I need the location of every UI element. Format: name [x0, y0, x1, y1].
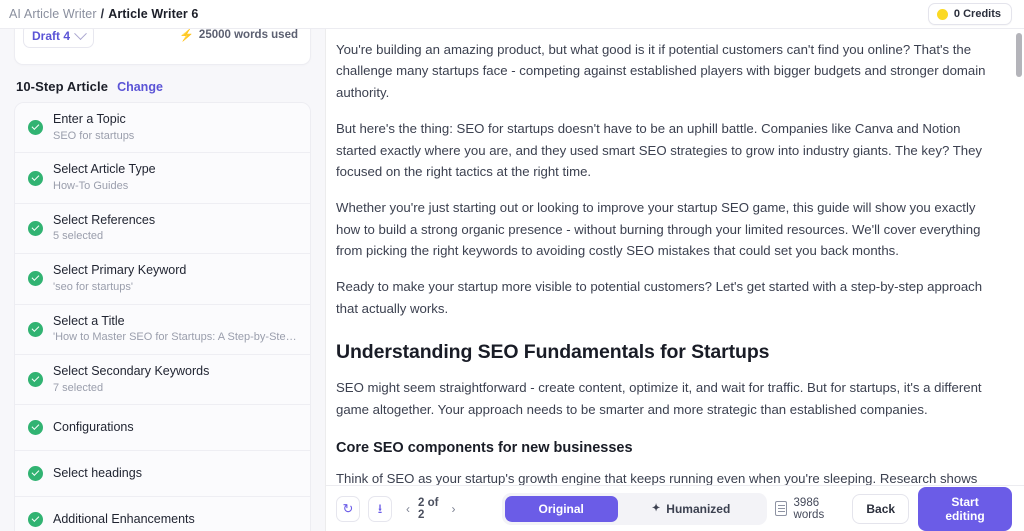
sidebar-item-select-secondary-keywords[interactable]: Select Secondary Keywords 7 selected [15, 354, 310, 406]
download-icon[interactable]: ⭳ [368, 495, 392, 522]
tab-humanized-label: Humanized [666, 501, 731, 516]
check-icon [28, 220, 43, 236]
step-text: Select a Title 'How to Master SEO for St… [53, 314, 298, 345]
app-root: AI Article Writer / Article Writer 6 0 C… [0, 0, 1024, 531]
article-paragraph-with-link: Think of SEO as your startup's growth en… [336, 468, 1000, 485]
pagination: ‹ 2 of 2 › [406, 497, 456, 521]
tab-original-label: Original [538, 501, 584, 516]
sidebar-item-select-references[interactable]: Select References 5 selected [15, 203, 310, 255]
step-text: Select Secondary Keywords 7 selected [53, 364, 209, 395]
page-title: 10-Step Article [16, 79, 109, 94]
tab-humanized[interactable]: ✦ Humanized [618, 496, 764, 522]
step-text: Select Primary Keyword 'seo for startups… [53, 263, 186, 294]
body-split: Draft 4 ⚡ 25000 words used 10-Step Artic… [0, 29, 1024, 531]
word-count: 3986 words [775, 497, 843, 521]
sidebar-item-select-a-title[interactable]: Select a Title 'How to Master SEO for St… [15, 304, 310, 355]
toolbar-right: 3986 words Back Start editing [775, 486, 1012, 531]
step-sublabel: 'How to Master SEO for Startups: A Step-… [53, 331, 298, 344]
breadcrumb-current: Article Writer 6 [108, 7, 199, 21]
breadcrumb: AI Article Writer / Article Writer 6 [9, 7, 198, 21]
step-label: Enter a Topic [53, 112, 126, 126]
bottom-toolbar: ↻ ⭳ ‹ 2 of 2 › Original ✦ Humanized 3986… [326, 485, 1024, 531]
check-icon [28, 271, 43, 287]
step-sublabel: 7 selected [53, 381, 104, 394]
check-icon [28, 120, 43, 136]
draft-select[interactable]: Draft 4 [23, 29, 95, 48]
step-sublabel: 5 selected [53, 230, 104, 243]
check-icon [28, 512, 43, 528]
article-heading-3: Core SEO components for new businesses [336, 439, 633, 456]
check-icon [28, 321, 43, 337]
sidebar-item-enter-a-topic[interactable]: Enter a Topic SEO for startups [15, 103, 310, 154]
top-bar: AI Article Writer / Article Writer 6 0 C… [0, 0, 1024, 29]
paragraph-text-before-link: Think of SEO as your startup's growth en… [336, 470, 978, 485]
coin-icon [936, 8, 948, 20]
article-paragraph: Whether you're just starting out or look… [336, 200, 981, 258]
bolt-icon: ⚡ [178, 29, 194, 42]
step-label: Select Secondary Keywords [53, 363, 210, 378]
step-label: Select References [53, 212, 156, 227]
article-paragraph: You're building an amazing product, but … [336, 42, 986, 100]
step-label: Configurations [53, 419, 134, 434]
vertical-scrollbar-thumb[interactable] [1016, 33, 1022, 77]
credits-label: 0 Credits [953, 8, 1001, 20]
refresh-icon[interactable]: ↻ [336, 495, 360, 522]
step-sublabel: How-To Guides [53, 180, 129, 192]
breadcrumb-root[interactable]: AI Article Writer [9, 7, 97, 21]
credits-badge[interactable]: 0 Credits [927, 3, 1012, 25]
sidebar-item-select-primary-keyword[interactable]: Select Primary Keyword 'seo for startups… [15, 254, 310, 305]
article-paragraph: But here's the thing: SEO for startups d… [336, 121, 983, 179]
article-content[interactable]: You're building an amazing product, but … [326, 29, 1024, 485]
step-text: Configurations [53, 420, 134, 436]
sparkle-icon: ✦ [651, 503, 661, 514]
step-sublabel: 'seo for startups' [53, 280, 134, 293]
article-paragraph: SEO might seem straightforward - create … [336, 380, 982, 417]
main-panel: You're building an amazing product, but … [325, 29, 1024, 531]
article-paragraph: Ready to make your startup more visible … [336, 279, 983, 316]
steps-list: Enter a Topic SEO for startups Select Ar… [14, 102, 311, 531]
step-label: Select Article Type [53, 162, 156, 177]
document-icon [775, 501, 787, 516]
step-text: Additional Enhancements [53, 512, 195, 528]
step-label: Select Primary Keyword [53, 263, 187, 278]
draft-label: Draft 4 [32, 29, 71, 43]
step-label: Additional Enhancements [53, 511, 195, 526]
step-label: Select a Title [53, 313, 125, 328]
start-editing-button[interactable]: Start editing [918, 486, 1012, 531]
section-header: 10-Step Article Change [14, 65, 311, 102]
check-icon [28, 420, 43, 436]
sidebar-item-select-article-type[interactable]: Select Article Type How-To Guides [15, 153, 310, 204]
step-label: Select headings [53, 465, 142, 480]
chevron-right-icon[interactable]: › [452, 502, 456, 516]
change-link[interactable]: Change [117, 80, 163, 94]
step-text: Select References 5 selected [53, 213, 155, 244]
step-text: Select Article Type How-To Guides [53, 162, 156, 193]
page-indicator: 2 of 2 [418, 496, 439, 521]
tab-original[interactable]: Original [504, 495, 618, 522]
article-heading-2: Understanding SEO Fundamentals for Start… [336, 341, 770, 364]
step-text: Enter a Topic SEO for startups [53, 112, 134, 143]
check-icon [28, 466, 43, 482]
step-sublabel: SEO for startups [53, 129, 135, 142]
words-used-label: 25000 words used [198, 29, 298, 41]
word-count-label: 3986 words [793, 496, 825, 521]
sidebar-item-additional-enhancements[interactable]: Additional Enhancements [15, 497, 310, 531]
check-icon [28, 170, 43, 186]
words-used: ⚡ 25000 words used [179, 29, 298, 41]
top-bar-right: 0 Credits [927, 3, 1012, 25]
sidebar-item-configurations[interactable]: Configurations [15, 405, 310, 452]
step-text: Select headings [53, 466, 142, 482]
draft-card: Draft 4 ⚡ 25000 words used [14, 29, 311, 65]
breadcrumb-separator: / [100, 7, 105, 21]
version-toggle: Original ✦ Humanized [501, 492, 768, 525]
chevron-down-icon [74, 29, 87, 40]
back-button[interactable]: Back [852, 493, 910, 524]
check-icon [28, 372, 43, 388]
sidebar: Draft 4 ⚡ 25000 words used 10-Step Artic… [0, 29, 325, 531]
chevron-left-icon[interactable]: ‹ [406, 502, 410, 516]
sidebar-item-select-headings[interactable]: Select headings [15, 451, 310, 498]
